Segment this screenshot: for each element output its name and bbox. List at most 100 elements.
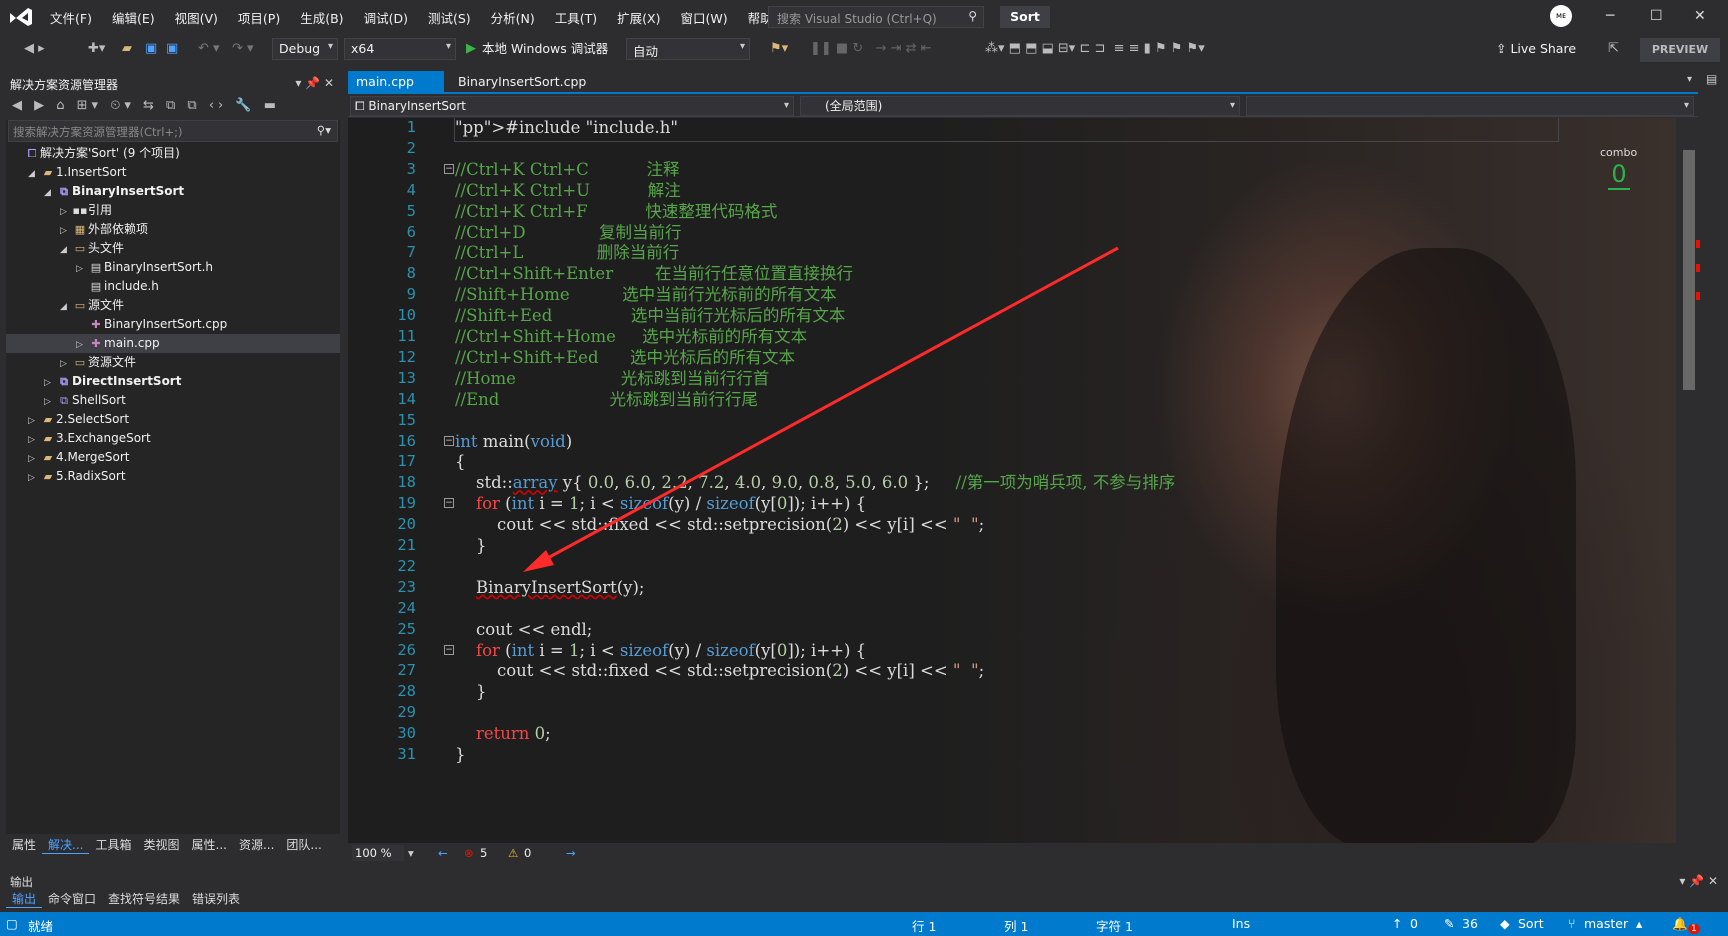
warning-count[interactable]: 0 xyxy=(524,846,531,860)
process-icon[interactable]: ⚑▾ xyxy=(770,40,788,58)
code-line[interactable]: //Ctrl+K Ctrl+U 解注 xyxy=(455,179,681,202)
code-line[interactable]: return 0; xyxy=(455,722,551,745)
tree-item[interactable]: ▷ ▰ 2.SelectSort xyxy=(6,410,340,429)
tree-item[interactable]: ▷ ▭ 资源文件 xyxy=(6,353,340,372)
code-line[interactable]: //Ctrl+K Ctrl+F 快速整理代码格式 xyxy=(455,200,777,223)
menu-edit[interactable]: 编辑(E) xyxy=(102,8,165,27)
menu-window[interactable]: 窗口(W) xyxy=(670,8,737,27)
menu-view[interactable]: 视图(V) xyxy=(165,8,228,27)
solution-search-input[interactable]: 搜索解决方案资源管理器(Ctrl+;) ⚲▾ xyxy=(8,120,338,142)
code-line[interactable]: std::array y{ 0.0, 6.0, 2.2, 7.2, 4.0, 9… xyxy=(455,471,1175,494)
menu-test[interactable]: 测试(S) xyxy=(418,8,481,27)
pencil-icon[interactable]: ✎ xyxy=(1444,916,1454,931)
code-line[interactable]: cout << endl; xyxy=(455,618,592,641)
code-editor[interactable]: 1 2 3 4 5 6 7 8 9 10 11 12 13 14 15 16 17 18 19 20 21 22 23 24 2… xyxy=(348,118,1676,843)
fold-toggle-icon[interactable]: − xyxy=(444,435,454,446)
open-folder-icon[interactable]: ▰ xyxy=(122,40,132,58)
tree-item[interactable]: ▷ ⧉ ShellSort xyxy=(6,391,340,410)
code-line[interactable]: } xyxy=(455,680,487,703)
live-share-button[interactable]: ⇪ Live Share xyxy=(1496,38,1576,60)
platform-select[interactable]: x64 xyxy=(344,38,456,60)
tab-error-list[interactable]: 错误列表 xyxy=(186,890,246,908)
avatar[interactable]: ᴍᴇ xyxy=(1550,5,1572,27)
code-line[interactable]: } xyxy=(455,743,466,766)
tree-item[interactable]: ▷ ▰ 4.MergeSort xyxy=(6,448,340,467)
error-count[interactable]: 5 xyxy=(480,846,487,860)
repo-icon[interactable]: ◆ xyxy=(1500,916,1510,931)
redo-icon[interactable]: ↷ ▾ xyxy=(232,40,254,58)
tree-item[interactable]: ⧠ 解决方案'Sort' (9 个项目) xyxy=(6,144,340,163)
menu-analyze[interactable]: 分析(N) xyxy=(481,8,545,27)
code-line[interactable]: //Ctrl+L 删除当前行 xyxy=(455,241,679,264)
expand-icon[interactable]: ▷ xyxy=(28,469,40,488)
tree-item[interactable]: ◢ ▭ 源文件 xyxy=(6,296,340,315)
branch-icon[interactable]: ⑂ xyxy=(1568,916,1576,931)
repo-name[interactable]: Sort xyxy=(1518,916,1544,931)
tree-item[interactable]: ▷ ▰ 3.ExchangeSort xyxy=(6,429,340,448)
tab-binaryinsertsort-cpp[interactable]: BinaryInsertSort.cpp xyxy=(450,71,594,93)
tab-find-symbol-results[interactable]: 查找符号结果 xyxy=(102,890,186,908)
bookmark-tools-icon[interactable]: ⁂▾ ⬒ ⬒ ⬓ ⊟▾ ⊏ ⊐ ≡ ≡ ▮ ⚑ ⚑ ⚑▾ xyxy=(985,40,1205,58)
close-icon[interactable]: ✕ xyxy=(1694,8,1706,24)
vertical-scrollbar[interactable] xyxy=(1680,130,1698,842)
maximize-icon[interactable]: ☐ xyxy=(1650,8,1663,24)
menu-debug[interactable]: 调试(D) xyxy=(354,8,418,27)
push-count[interactable]: 0 xyxy=(1410,916,1418,931)
menu-extensions[interactable]: 扩展(X) xyxy=(607,8,670,27)
tree-item[interactable]: ▷ ▦ 外部依赖项 xyxy=(6,220,340,239)
zoom-select[interactable]: 100 % xyxy=(352,845,404,861)
run-debugger-button[interactable]: 本地 Windows 调试器 xyxy=(482,40,608,58)
code-line[interactable]: //Ctrl+K Ctrl+C 注释 xyxy=(455,158,680,181)
code-line[interactable]: //Home 光标跳到当前行行首 xyxy=(455,367,769,390)
run-icon[interactable]: ▶ xyxy=(466,40,476,58)
properties-side-icon[interactable]: ▤ xyxy=(1706,72,1717,86)
tree-item[interactable]: ▷ ⧉ DirectInsertSort xyxy=(6,372,340,391)
solution-explorer-toolbar[interactable]: ◀ ▶ ⌂ ⊞▾ ⏲▾ ⇆ ⧉ ⧉ ‹› 🔧 ▬ xyxy=(6,94,340,120)
code-line[interactable]: //Ctrl+D 复制当前行 xyxy=(455,221,682,244)
menu-file[interactable]: 文件(F) xyxy=(40,8,102,27)
tree-item[interactable]: ✚ BinaryInsertSort.cpp xyxy=(6,315,340,334)
code-line[interactable]: { xyxy=(455,450,466,473)
project-nav-select[interactable]: ⧠ BinaryInsertSort xyxy=(350,96,794,116)
member-nav-select[interactable] xyxy=(1246,96,1694,116)
tab-output[interactable]: 输出 xyxy=(6,890,43,908)
edit-count[interactable]: 36 xyxy=(1462,916,1478,931)
code-line[interactable]: //Ctrl+Shift+Home 选中光标前的所有文本 xyxy=(455,325,807,348)
debug-controls-icon[interactable]: ❚❚ ■ ↻ → ⇥ ⇄ ⇤ xyxy=(810,40,932,58)
scope-nav-select[interactable]: (全局范围) xyxy=(800,96,1240,116)
code-line[interactable]: int main(void) xyxy=(455,430,572,453)
tab-main-cpp[interactable]: main.cpp ⊸ ✕ xyxy=(348,71,444,111)
code-line[interactable]: } xyxy=(455,534,487,557)
branch-menu-icon[interactable]: ▴ xyxy=(1636,916,1642,931)
code-line[interactable]: for (int i = 1; i < sizeof(y) / sizeof(y… xyxy=(455,492,866,515)
preview-badge[interactable]: PREVIEW xyxy=(1640,38,1720,62)
warning-icon[interactable]: ⚠ xyxy=(508,846,518,860)
code-line[interactable]: //Ctrl+Shift+Eed 选中光标后的所有文本 xyxy=(455,346,795,369)
zoom-dropdown-icon[interactable]: ▾ xyxy=(408,846,414,860)
tab-toolbox[interactable]: 工具箱 xyxy=(89,834,137,854)
scrollbar-thumb[interactable] xyxy=(1683,150,1695,390)
notification-icon[interactable]: 🔔 xyxy=(1672,916,1688,932)
code-line[interactable]: BinaryInsertSort(y); xyxy=(455,576,645,599)
tab-property-manager[interactable]: 属性... xyxy=(186,834,233,854)
panel-controls-icon[interactable]: ▾ 📌 ✕ xyxy=(295,76,334,90)
fold-toggle-icon[interactable]: − xyxy=(444,163,454,174)
tab-resource-view[interactable]: 资源... xyxy=(233,834,280,854)
code-line[interactable]: //End 光标跳到当前行行尾 xyxy=(455,388,758,411)
save-all-icon[interactable]: ▣ xyxy=(166,40,178,58)
tab-team-explorer[interactable]: 团队... xyxy=(280,834,327,854)
branch-name[interactable]: master xyxy=(1584,916,1628,931)
code-line[interactable]: //Ctrl+Shift+Enter 在当前行任意位置直接换行 xyxy=(455,262,853,285)
tree-item[interactable]: ▤ include.h xyxy=(6,277,340,296)
push-icon[interactable]: ↑ xyxy=(1392,916,1402,931)
undo-icon[interactable]: ↶ ▾ xyxy=(198,40,220,58)
tree-item[interactable]: ◢ ▭ 头文件 xyxy=(6,239,340,258)
tree-item[interactable]: ▷ ▰ 5.RadixSort xyxy=(6,467,340,486)
code-line[interactable]: "pp">#include "include.h" xyxy=(455,118,678,139)
minimize-icon[interactable]: ─ xyxy=(1606,8,1614,24)
fold-toggle-icon[interactable]: − xyxy=(444,644,454,655)
code-line[interactable]: //Shift+Home 选中当前行光标前的所有文本 xyxy=(455,283,837,306)
config-select[interactable]: Debug xyxy=(272,38,338,60)
notification-count[interactable]: 1 xyxy=(1688,924,1700,934)
tab-overflow-icon[interactable]: ▾ xyxy=(1687,74,1692,85)
